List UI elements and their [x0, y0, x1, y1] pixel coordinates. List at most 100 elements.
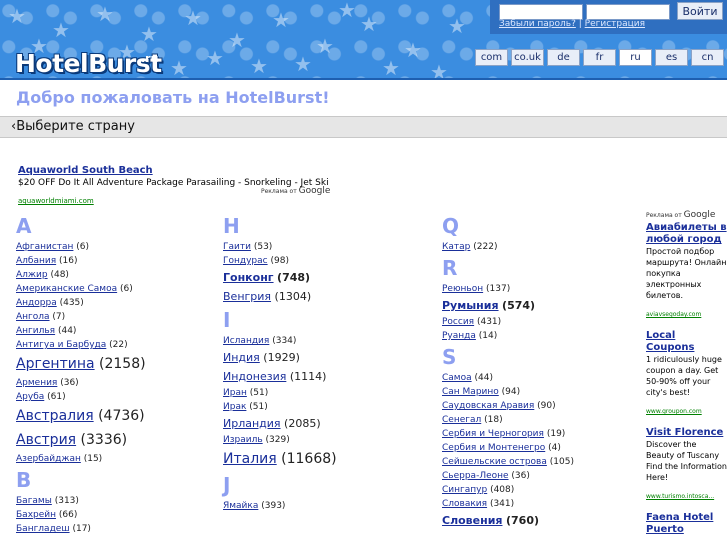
country-link[interactable]: Словения [442, 514, 502, 527]
hotel-count: (760) [505, 514, 540, 527]
right-ad-url[interactable]: www.turismo.intosca... [646, 493, 714, 500]
country-link[interactable]: Австрия [16, 432, 76, 448]
hotel-count: (7) [52, 312, 66, 322]
country-link[interactable]: Катар [442, 242, 470, 252]
country-link[interactable]: Аруба [16, 392, 44, 402]
right-ads: Реклама от Google Авиабилеты в любой гор… [646, 210, 727, 546]
right-ad-title[interactable]: Авиабилеты в любой город [646, 222, 727, 246]
country-link[interactable]: Саудовская Аравия [442, 401, 534, 411]
country-link[interactable]: Руанда [442, 331, 476, 341]
country-link[interactable]: Американские Самоа [16, 284, 117, 294]
country-link[interactable]: Бангладеш [16, 524, 70, 534]
country-link[interactable]: Азербайджан [16, 454, 81, 464]
country-link[interactable]: Сербия и Черногория [442, 429, 544, 439]
language-tab-de[interactable]: de [547, 49, 580, 66]
letter-heading: J [223, 473, 231, 497]
country-link[interactable]: Ирак [223, 402, 246, 412]
login-username-input[interactable] [499, 4, 583, 20]
country-link[interactable]: Гондурас [223, 256, 268, 266]
country-link[interactable]: Албания [16, 256, 56, 266]
country-entry: Австралия (4736) [16, 404, 216, 428]
country-link[interactable]: Сенегал [442, 415, 481, 425]
hotel-count: (1304) [274, 290, 312, 303]
language-tab-es[interactable]: es [655, 49, 688, 66]
country-link[interactable]: Ангилья [16, 326, 55, 336]
country-entry: Аргентина (2158) [16, 352, 216, 376]
country-link[interactable]: Россия [442, 317, 474, 327]
country-link[interactable]: Аргентина [16, 356, 95, 372]
register-link[interactable]: Регистрация [585, 19, 645, 29]
country-entry: Ирак (51) [223, 400, 433, 414]
hotel-count: (16) [59, 256, 78, 266]
country-entry: Италия (11668) [223, 447, 433, 471]
country-link[interactable]: Румыния [442, 299, 499, 312]
hotel-count: (105) [549, 457, 574, 467]
hotel-count: (431) [476, 317, 502, 327]
country-link[interactable]: Ирландия [223, 417, 281, 430]
country-link[interactable]: Гаити [223, 242, 251, 252]
country-link[interactable]: Ямайка [223, 501, 258, 511]
letter-heading: A [16, 214, 32, 238]
country-link[interactable]: Сербия и Монтенегро [442, 443, 545, 453]
ad-attribution-prefix: Реклама от [261, 188, 297, 195]
country-link[interactable]: Индонезия [223, 370, 286, 383]
country-link[interactable]: Алжир [16, 270, 48, 280]
choose-country-bar[interactable]: ‹Выберите страну [0, 116, 727, 138]
language-tab-com[interactable]: com [475, 49, 508, 66]
country-column-1: A Афганистан (6) Албания (16) Алжир (48) Аме… [16, 212, 216, 536]
country-link[interactable]: Антигуа и Барбуда [16, 340, 106, 350]
country-entry: Сьерра-Леоне (36) [442, 469, 642, 483]
right-ad-url[interactable]: aviavsegoday.com [646, 311, 701, 318]
country-link[interactable]: Венгрия [223, 290, 271, 303]
country-link[interactable]: Австралия [16, 408, 94, 424]
right-ad-item: Авиабилеты в любой город Простой подбор м… [646, 222, 727, 320]
right-ad-list: Авиабилеты в любой город Простой подбор м… [646, 222, 727, 536]
country-link[interactable]: Индия [223, 351, 260, 364]
country-link[interactable]: Багамы [16, 496, 52, 506]
country-link[interactable]: Бахрейн [16, 510, 56, 520]
top-ad-url[interactable]: aquaworldmiami.com [18, 197, 94, 205]
country-entry: Армения (36) [16, 376, 216, 390]
right-ad-title[interactable]: Faena Hotel Puerto [646, 512, 727, 536]
country-column-3: Q Катар (222) R Реюньон (137) Румыния (574) Р… [442, 212, 642, 530]
language-tab-co-uk[interactable]: co.uk [511, 49, 544, 66]
language-bar: com co.uk de fr ru es cn [475, 49, 727, 66]
login-button[interactable]: Войти [677, 2, 723, 20]
top-ad-title[interactable]: Aquaworld South Beach [18, 165, 153, 176]
country-link[interactable]: Афганистан [16, 242, 73, 252]
country-entry: Израиль (329) [223, 433, 433, 447]
country-link[interactable]: Сингапур [442, 485, 487, 495]
country-link[interactable]: Словакия [442, 499, 487, 509]
country-link[interactable]: Исландия [223, 336, 269, 346]
country-link[interactable]: Сан Марино [442, 387, 499, 397]
country-link[interactable]: Сьерра-Леоне [442, 471, 509, 481]
country-link[interactable]: Реюньон [442, 284, 483, 294]
right-ad-url[interactable]: www.groupon.com [646, 408, 702, 415]
country-link[interactable]: Андорра [16, 298, 57, 308]
letter-heading: R [442, 256, 458, 280]
right-ad-item: Visit Florence Discover the Beauty of Tus… [646, 427, 727, 502]
country-entry: Россия (431) [442, 315, 642, 329]
country-link[interactable]: Сейшельские острова [442, 457, 547, 467]
login-password-input[interactable] [586, 4, 670, 20]
country-link[interactable]: Италия [223, 451, 277, 467]
country-entry: Реюньон (137) [442, 282, 642, 296]
language-tab-fr[interactable]: fr [583, 49, 616, 66]
country-link[interactable]: Гонконг [223, 271, 274, 284]
country-link[interactable]: Армения [16, 378, 57, 388]
hotel-count: (22) [109, 340, 128, 350]
country-entry: Сербия и Монтенегро (4) [442, 441, 642, 455]
right-ad-title[interactable]: Local Coupons [646, 330, 727, 354]
country-link[interactable]: Ангола [16, 312, 50, 322]
country-link[interactable]: Израиль [223, 435, 263, 445]
logo[interactable]: HotelBurst [15, 50, 162, 78]
language-tab-ru[interactable]: ru [619, 49, 652, 66]
right-ad-item: Faena Hotel Puerto [646, 512, 727, 536]
language-tab-cn[interactable]: cn [691, 49, 724, 66]
country-entry: Алжир (48) [16, 268, 216, 282]
right-ad-title[interactable]: Visit Florence [646, 427, 727, 439]
country-link[interactable]: Иран [223, 388, 247, 398]
forgot-password-link[interactable]: Забыли пароль? [499, 19, 576, 29]
country-link[interactable]: Самоа [442, 373, 472, 383]
hotel-count: (6) [76, 242, 90, 252]
